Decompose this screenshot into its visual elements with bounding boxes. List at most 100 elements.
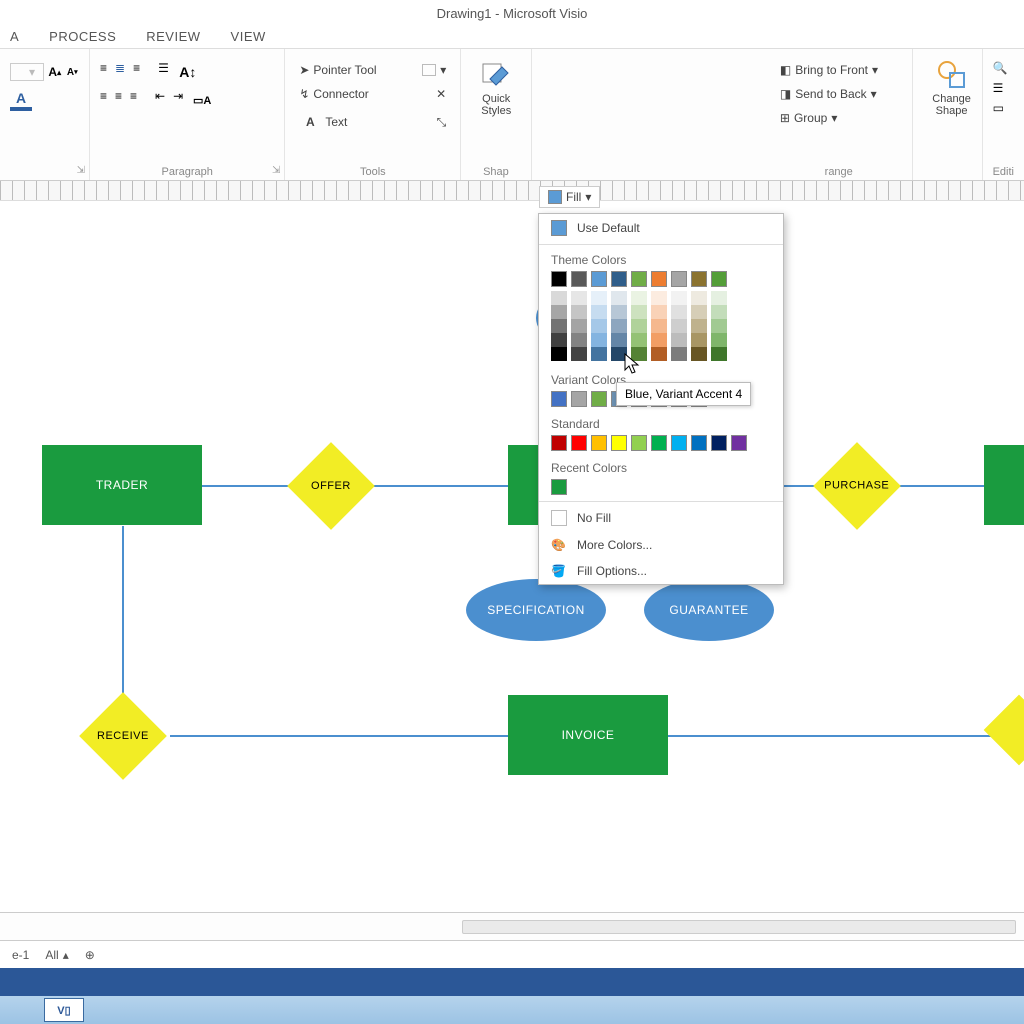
color-swatch[interactable]: [731, 435, 747, 451]
text-block-icon[interactable]: ▭A: [191, 89, 213, 111]
relationship-purchase[interactable]: PURCHASE: [813, 442, 901, 530]
paragraph-launcher-icon[interactable]: ⇲: [272, 165, 280, 176]
color-swatch[interactable]: [611, 271, 627, 287]
pointer-tool-button[interactable]: ➤ Pointer Tool ▾: [295, 61, 450, 79]
color-swatch[interactable]: [591, 305, 607, 319]
color-swatch[interactable]: [591, 391, 607, 407]
color-swatch[interactable]: [651, 333, 667, 347]
find-icon[interactable]: 🔍: [993, 61, 1014, 75]
indent-dec-icon[interactable]: ⇤: [155, 89, 165, 111]
color-swatch[interactable]: [611, 305, 627, 319]
color-swatch[interactable]: [651, 435, 667, 451]
align-right-icon[interactable]: ≡: [133, 61, 140, 83]
group-button[interactable]: ⊞ Group▾: [776, 109, 902, 127]
color-swatch[interactable]: [551, 271, 567, 287]
connector-tool-button[interactable]: ↯ Connector ✕: [295, 85, 450, 103]
attribute-specification[interactable]: SPECIFICATION: [466, 579, 606, 641]
relationship-receive[interactable]: RECEIVE: [79, 692, 167, 780]
indent-inc-icon[interactable]: ⇥: [173, 89, 183, 111]
add-page-button[interactable]: ⊕: [85, 948, 95, 962]
color-swatch[interactable]: [591, 333, 607, 347]
horizontal-scrollbar[interactable]: [462, 920, 1016, 934]
color-swatch[interactable]: [711, 271, 727, 287]
color-swatch[interactable]: [571, 291, 587, 305]
color-swatch[interactable]: [651, 347, 667, 361]
color-swatch[interactable]: [571, 347, 587, 361]
color-swatch[interactable]: [671, 291, 687, 305]
color-swatch[interactable]: [651, 291, 667, 305]
bring-front-button[interactable]: ◧ Bring to Front▾: [776, 61, 902, 79]
color-swatch[interactable]: [651, 305, 667, 319]
font-color-icon[interactable]: A: [10, 89, 32, 111]
color-swatch[interactable]: [551, 291, 567, 305]
color-swatch[interactable]: [591, 319, 607, 333]
change-shape-button[interactable]: Change Shape: [923, 55, 981, 121]
use-default-item[interactable]: Use Default: [539, 214, 783, 242]
color-swatch[interactable]: [551, 319, 567, 333]
color-swatch[interactable]: [551, 435, 567, 451]
tab-1[interactable]: A: [10, 29, 19, 44]
rectangle-drop-icon[interactable]: ▾: [440, 63, 446, 77]
color-swatch[interactable]: [671, 305, 687, 319]
color-swatch[interactable]: [551, 479, 567, 495]
bullets-icon[interactable]: ☰: [158, 61, 169, 83]
text-drop-icon[interactable]: ⤡: [437, 115, 447, 130]
taskbar-visio-button[interactable]: V▯: [44, 998, 84, 1022]
entity-invoice[interactable]: INVOICE: [508, 695, 668, 775]
color-swatch[interactable]: [651, 319, 667, 333]
tab-review[interactable]: REVIEW: [146, 29, 200, 44]
color-swatch[interactable]: [631, 319, 647, 333]
color-swatch[interactable]: [631, 333, 647, 347]
color-swatch[interactable]: [671, 333, 687, 347]
color-swatch[interactable]: [611, 291, 627, 305]
text-tool-button[interactable]: A Text ⤡: [295, 109, 450, 135]
entity-trader[interactable]: TRADER: [42, 445, 202, 525]
color-swatch[interactable]: [551, 305, 567, 319]
color-swatch[interactable]: [571, 271, 587, 287]
color-swatch[interactable]: [551, 347, 567, 361]
fill-button[interactable]: Fill ▾: [539, 186, 600, 208]
color-swatch[interactable]: [611, 319, 627, 333]
color-swatch[interactable]: [611, 435, 627, 451]
color-swatch[interactable]: [691, 319, 707, 333]
color-swatch[interactable]: [691, 333, 707, 347]
color-swatch[interactable]: [671, 319, 687, 333]
font-launcher-icon[interactable]: ⇲: [77, 165, 85, 176]
valign-bot-icon[interactable]: ≡: [130, 89, 137, 111]
color-swatch[interactable]: [691, 435, 707, 451]
rectangle-icon[interactable]: [422, 64, 436, 76]
font-size-box[interactable]: ▾: [10, 63, 44, 81]
color-swatch[interactable]: [571, 391, 587, 407]
color-swatch[interactable]: [591, 347, 607, 361]
color-swatch[interactable]: [691, 271, 707, 287]
entity-right[interactable]: [984, 445, 1024, 525]
color-swatch[interactable]: [571, 305, 587, 319]
color-swatch[interactable]: [691, 347, 707, 361]
page-tab[interactable]: e-1: [12, 948, 29, 962]
color-swatch[interactable]: [631, 435, 647, 451]
relationship-right[interactable]: [984, 695, 1024, 766]
layers-icon[interactable]: ☰: [993, 81, 1014, 95]
color-swatch[interactable]: [651, 271, 667, 287]
color-swatch[interactable]: [591, 435, 607, 451]
color-swatch[interactable]: [671, 347, 687, 361]
relationship-offer[interactable]: OFFER: [287, 442, 375, 530]
color-swatch[interactable]: [631, 271, 647, 287]
color-swatch[interactable]: [711, 305, 727, 319]
send-back-button[interactable]: ◨ Send to Back▾: [776, 85, 902, 103]
all-pages-button[interactable]: All ▴: [45, 948, 68, 962]
quick-styles-button[interactable]: Quick Styles: [467, 55, 525, 121]
more-colors-item[interactable]: 🎨 More Colors...: [539, 532, 783, 558]
color-swatch[interactable]: [671, 271, 687, 287]
no-fill-item[interactable]: No Fill: [539, 504, 783, 532]
color-swatch[interactable]: [711, 319, 727, 333]
align-left-icon[interactable]: ≡: [100, 61, 107, 83]
tab-view[interactable]: VIEW: [231, 29, 266, 44]
color-swatch[interactable]: [591, 291, 607, 305]
color-swatch[interactable]: [551, 391, 567, 407]
valign-mid-icon[interactable]: ≡: [115, 89, 122, 111]
canvas[interactable]: TRADER INVOICE PRICE SPECIFICATION GUARA…: [0, 201, 1024, 867]
fill-options-item[interactable]: 🪣 Fill Options...: [539, 558, 783, 584]
tab-process[interactable]: PROCESS: [49, 29, 116, 44]
color-swatch[interactable]: [571, 435, 587, 451]
